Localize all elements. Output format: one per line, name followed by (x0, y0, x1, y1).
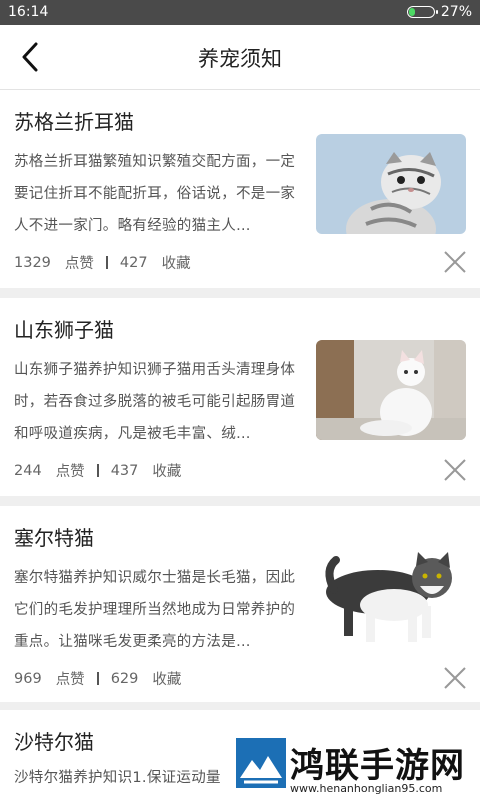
dismiss-button[interactable] (442, 249, 468, 275)
favorite-count: 629 (110, 670, 139, 687)
like-count: 969 (14, 670, 42, 687)
favorite-label[interactable]: 收藏 (152, 668, 181, 689)
meta-divider (105, 256, 108, 269)
article-card[interactable]: 苏格兰折耳猫 苏格兰折耳猫繁殖知识繁殖交配方面，一定要记住折耳不能配折耳，俗话说… (0, 90, 480, 288)
brand-logo-icon (236, 738, 286, 788)
article-card[interactable]: 塞尔特猫 塞尔特猫养护知识威尔士猫是长毛猫，因此它们的毛发护理理所当然地成为日常… (0, 506, 480, 702)
dismiss-button[interactable] (442, 665, 468, 691)
watermark-brand: 鸿联手游网 (290, 746, 465, 786)
close-icon (444, 459, 466, 481)
battery-icon (406, 6, 438, 18)
battery-text: 27% (440, 4, 472, 20)
close-icon (444, 667, 466, 689)
article-image-lion-cat (316, 340, 466, 440)
article-title: 苏格兰折耳猫 (14, 110, 134, 134)
like-label[interactable]: 点赞 (56, 668, 85, 689)
article-meta: 1329 点赞 427 收藏 (14, 252, 191, 273)
like-count: 244 (14, 462, 42, 479)
article-image-scottish-fold (316, 134, 466, 234)
favorite-count: 427 (119, 254, 148, 271)
like-label[interactable]: 点赞 (56, 460, 85, 481)
favorite-count: 437 (110, 462, 139, 479)
close-icon (444, 251, 466, 273)
article-summary: 苏格兰折耳猫繁殖知识繁殖交配方面，一定要记住折耳不能配折耳，俗话说，不是一家人不… (14, 154, 296, 234)
article-summary: 塞尔特猫养护知识威尔士猫是长毛猫，因此它们的毛发护理理所当然地成为日常养护的重点… (14, 570, 296, 650)
meta-divider (96, 464, 99, 477)
battery-indicator: 27% (406, 4, 472, 20)
battery-fill (408, 8, 415, 16)
status-time: 16:14 (8, 4, 49, 20)
article-card[interactable]: 山东狮子猫 山东狮子猫养护知识狮子猫用舌头清理身体时，若吞食过多脱落的被毛可能引… (0, 298, 480, 496)
article-summary: 山东狮子猫养护知识狮子猫用舌头清理身体时，若吞食过多脱落的被毛可能引起肠胃道和呼… (14, 362, 296, 442)
article-title: 沙特尔猫 (14, 730, 94, 754)
article-image-celtic-cat (316, 550, 466, 650)
meta-divider (96, 672, 99, 685)
watermark: 鸿联手游网 www.henanhonglian95.com (228, 736, 480, 800)
app-header: 养宠须知 (0, 25, 480, 90)
favorite-label[interactable]: 收藏 (162, 252, 191, 273)
article-meta: 969 点赞 629 收藏 (14, 668, 181, 689)
like-label[interactable]: 点赞 (65, 252, 94, 273)
watermark-domain: www.henanhonglian95.com (290, 782, 443, 795)
like-count: 1329 (14, 254, 51, 271)
article-meta: 244 点赞 437 收藏 (14, 460, 181, 481)
favorite-label[interactable]: 收藏 (152, 460, 181, 481)
dismiss-button[interactable] (442, 457, 468, 483)
article-title: 山东狮子猫 (14, 318, 114, 342)
status-bar: 16:14 27% (0, 0, 480, 25)
article-title: 塞尔特猫 (14, 526, 94, 550)
page-title: 养宠须知 (198, 47, 282, 71)
